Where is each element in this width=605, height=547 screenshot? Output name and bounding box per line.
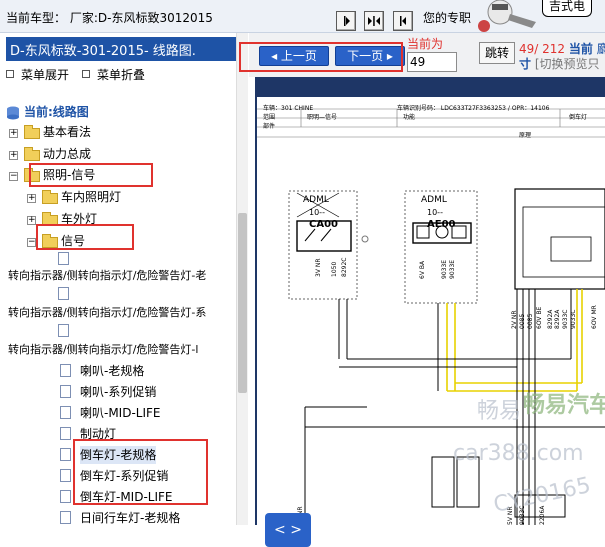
component-label: 部件 xyxy=(263,123,276,130)
tree-item-horn-series[interactable]: 喇叭-系列促销 xyxy=(80,383,156,401)
jump-button[interactable]: 跳转 xyxy=(479,42,515,64)
document-icon xyxy=(58,252,69,265)
wiring-diagram-viewer[interactable]: 车辆：301 CHINE 车辆识别号码： LDC633T27F3363253 /… xyxy=(255,77,605,525)
folder-icon xyxy=(24,147,40,161)
component-name: ADML xyxy=(303,195,329,205)
tree-item-day-light-old[interactable]: 日间行车灯-老规格 xyxy=(80,509,180,527)
scope-label: 范围 xyxy=(263,114,276,121)
tree-item-turn-signal-old[interactable]: 转向指示器/侧转向指示灯/危险警告灯-老 xyxy=(8,267,206,285)
slogan-text: 您的专职 xyxy=(423,11,472,25)
navigation-panel: D-东风标致-301-2015- 线路图. 菜单展开 菜单折叠 当前:线路图 +… xyxy=(0,33,248,525)
component-code: CA00 xyxy=(309,219,338,230)
expand-icon[interactable]: + xyxy=(27,194,36,203)
expand-checkbox-icon xyxy=(6,70,14,78)
wire-label: 6V BA xyxy=(419,260,426,279)
wire-label: 2V NR xyxy=(511,310,518,330)
highlight-box xyxy=(36,224,134,250)
tree-item-interior-lights[interactable]: 车内照明灯 xyxy=(61,188,121,206)
document-icon xyxy=(60,511,71,524)
component-sub: 10-- xyxy=(309,208,325,217)
collapse-checkbox-icon xyxy=(82,70,90,78)
panel-header: D-东风标致-301-2015- 线路图. xyxy=(6,37,236,61)
play-prev-button[interactable] xyxy=(393,11,413,31)
wire-label: 9033C xyxy=(570,309,577,329)
play-next-button[interactable] xyxy=(336,11,356,31)
current-location-label: 当前:线路图 xyxy=(24,105,89,119)
brand-badge: 吉式电 xyxy=(540,0,605,33)
vin-label: 车辆识别号码： LDC633T27F3363253 / OPR：14106 xyxy=(397,105,550,112)
document-icon xyxy=(60,427,71,440)
wire-label: 6OV MR xyxy=(591,305,598,329)
expand-icon[interactable]: + xyxy=(9,151,18,160)
document-icon xyxy=(58,324,69,337)
tree-item-turn-signal-series[interactable]: 转向指示器/侧转向指示灯/危险警告灯-系 xyxy=(8,304,206,322)
scrollbar-thumb[interactable] xyxy=(238,213,247,393)
wire-label: 9033E xyxy=(441,259,448,279)
diagram-panel: ◂ 上一页 下一页 ▸ 当前为 49 跳转 49/ 212 当前 麝 寸 [切换… xyxy=(239,33,605,547)
expand-icon[interactable]: + xyxy=(9,129,18,138)
mascot-icon xyxy=(470,0,540,33)
document-icon xyxy=(60,385,71,398)
highlight-box xyxy=(29,163,153,187)
tree-item-horn-old[interactable]: 喇叭-老规格 xyxy=(80,362,144,380)
wire-label: 9033E xyxy=(449,259,456,279)
vehicle-label: 车辆：301 CHINE xyxy=(263,105,314,112)
collapse-icon[interactable]: − xyxy=(27,238,36,247)
tree-item-basic[interactable]: 基本看法 xyxy=(43,123,91,141)
wire-label: 8292A xyxy=(547,309,554,329)
wire-label: 8292C xyxy=(341,257,348,277)
page-navigation: ◂ 上一页 下一页 ▸ 当前为 49 跳转 49/ 212 当前 麝 寸 [切换… xyxy=(239,33,605,77)
function-label: 功能 xyxy=(403,114,416,121)
tree-scrollbar[interactable] xyxy=(236,33,248,525)
tree-item-powertrain[interactable]: 动力总成 xyxy=(43,145,91,163)
watermark: 畅易汽车 xyxy=(523,393,605,418)
fit-width-button[interactable] xyxy=(364,11,384,31)
title-bar: 当前车型： 厂家:D-东风标致3012015 您的专职 吉式电 xyxy=(0,0,605,33)
wire-label: 6OV BE xyxy=(536,306,543,329)
database-icon xyxy=(6,105,20,120)
principle-label: 原理 xyxy=(519,132,532,139)
switch-preview-link[interactable]: 寸 [切换预览只 xyxy=(519,55,600,72)
reverse-light-label: 倒车灯 xyxy=(569,114,588,121)
component-code: AE00 xyxy=(427,219,456,230)
wire-label: 0085 xyxy=(519,313,526,329)
diagram-sheet: 车辆：301 CHINE 车辆识别号码： LDC633T27F3363253 /… xyxy=(257,97,605,525)
page-number-input[interactable]: 49 xyxy=(407,52,457,72)
document-icon xyxy=(60,364,71,377)
current-page-label: 当前为 xyxy=(407,37,444,51)
diagram-page-arrows-button[interactable]: < > xyxy=(265,513,311,547)
current-model-text: 当前车型： 厂家:D-东风标致3012015 xyxy=(6,11,213,25)
wire-label: 0085 xyxy=(527,313,534,329)
lighting-signal-label: 职明—信号 xyxy=(307,114,338,121)
highlight-box xyxy=(239,42,403,72)
document-icon xyxy=(60,490,71,503)
wire-label: 9033C xyxy=(562,309,569,329)
wire-label: 8292A xyxy=(554,309,561,329)
tree-item-horn-mid[interactable]: 喇叭-MID-LIFE xyxy=(80,404,161,422)
document-icon xyxy=(60,469,71,482)
document-icon xyxy=(60,406,71,419)
collapse-menu-button[interactable]: 菜单折叠 xyxy=(82,66,145,83)
wire-label: 1050 xyxy=(331,261,338,277)
expand-menu-button[interactable]: 菜单展开 xyxy=(6,66,69,83)
component-sub: 10-- xyxy=(427,208,443,217)
tree-item-turn-signal-mid[interactable]: 转向指示器/侧转向指示灯/危险警告灯-l xyxy=(8,341,198,359)
expand-icon[interactable]: + xyxy=(27,216,36,225)
wire-label: 3V NR xyxy=(315,258,322,278)
document-icon xyxy=(60,448,71,461)
highlight-box xyxy=(73,439,208,505)
component-name: ADML xyxy=(421,195,447,205)
folder-icon xyxy=(42,190,58,204)
folder-icon xyxy=(24,125,40,139)
watermark: 畅易 xyxy=(477,399,522,424)
document-icon xyxy=(58,287,69,300)
collapse-icon[interactable]: − xyxy=(9,172,18,181)
watermark: car388.com xyxy=(453,441,584,466)
